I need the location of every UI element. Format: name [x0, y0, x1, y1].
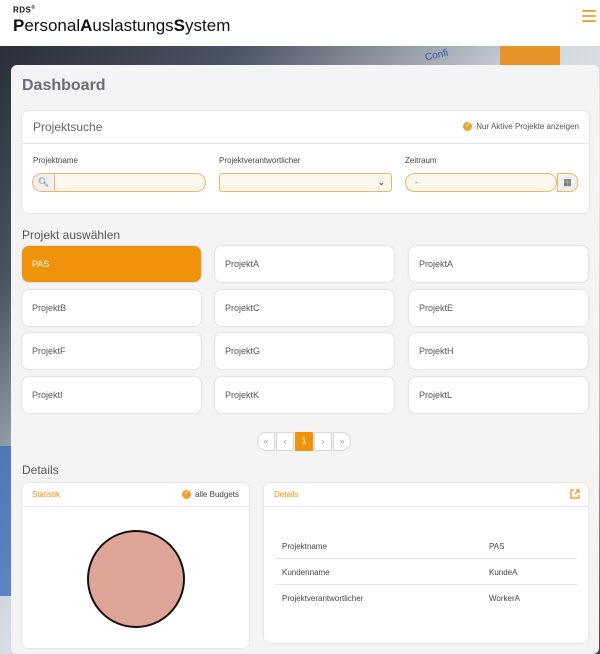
search-icon: 🔍︎ [32, 173, 54, 192]
background-sticky-note [500, 46, 560, 66]
prev-page-button[interactable]: ‹ [276, 432, 294, 451]
project-details-title: Details [274, 490, 299, 499]
detail-key: Projektverantwortlicher [282, 594, 364, 603]
pie-slice [87, 530, 185, 628]
app-header: RDS® PersonalAuslastungsSystem [0, 0, 600, 46]
table-row: Projektverantwortlicher WorkerA [275, 585, 577, 611]
project-button[interactable]: ProjektE [409, 290, 588, 326]
all-budgets-toggle[interactable]: ✓ alle Budgets [181, 490, 239, 499]
current-page-button[interactable]: 1 [295, 432, 313, 451]
all-budgets-label: alle Budgets [194, 490, 239, 499]
statistics-header: Statistik ✓ alle Budgets [22, 483, 249, 507]
period-field[interactable]: - [405, 173, 557, 192]
dashboard-panel: Dashboard Projektsuche ✓ Nur Aktive Proj… [11, 65, 599, 654]
project-name-label: Projektname [33, 156, 78, 165]
hamburger-menu-icon[interactable] [582, 10, 596, 22]
project-name-field [54, 173, 206, 193]
last-page-button[interactable]: » [333, 432, 351, 451]
project-search-title: Projektsuche [33, 120, 103, 134]
project-details-header: Details [264, 483, 588, 507]
budget-pie-chart [87, 530, 185, 628]
calendar-icon[interactable]: ▦ [557, 173, 578, 192]
project-button[interactable]: ProjektI [22, 377, 201, 413]
project-search-card: Projektsuche ✓ Nur Aktive Projekte anzei… [22, 111, 589, 213]
select-project-heading: Projekt auswählen [22, 228, 121, 242]
project-button[interactable]: ProjektF [22, 333, 201, 369]
details-table: Projektname PAS Kundenname KundeA Projek… [275, 533, 577, 611]
table-row: Kundenname KundeA [275, 559, 577, 585]
background-text: Confi [424, 47, 450, 64]
detail-value: WorkerA [489, 594, 520, 603]
project-button[interactable]: ProjektL [409, 377, 588, 413]
chevron-down-icon: ⌄ [377, 177, 385, 187]
pagination: « ‹ 1 › » [257, 432, 351, 451]
project-name-input[interactable] [55, 176, 205, 193]
project-button[interactable]: ProjektC [215, 290, 394, 326]
app-title: PersonalAuslastungsSystem [13, 16, 231, 35]
detail-key: Projektname [282, 542, 327, 551]
responsible-select[interactable]: ⌄ [219, 173, 392, 192]
project-button[interactable]: ProjektA [215, 246, 394, 282]
statistics-title: Statistik [32, 490, 61, 499]
brand-logo-small: RDS® [13, 5, 36, 15]
project-button[interactable]: ProjektA [409, 246, 588, 282]
first-page-button[interactable]: « [257, 432, 275, 451]
period-value: - [415, 178, 418, 187]
project-button[interactable]: ProjektH [409, 333, 588, 369]
project-button[interactable]: ProjektB [22, 290, 201, 326]
detail-value: KundeA [489, 568, 518, 577]
responsible-label: Projektverantwortlicher [219, 156, 301, 165]
page-title: Dashboard [22, 77, 106, 94]
statistics-card: Statistik ✓ alle Budgets [22, 483, 249, 648]
project-button[interactable]: ProjektG [215, 333, 394, 369]
project-button[interactable]: ProjektK [215, 377, 394, 413]
check-icon: ✓ [463, 122, 473, 131]
active-projects-toggle[interactable]: ✓ Nur Aktive Projekte anzeigen [463, 122, 579, 131]
detail-value: PAS [489, 542, 505, 551]
project-button-pas[interactable]: PAS [22, 246, 201, 282]
project-details-card: Details Projektname PAS Kundenname Kunde… [264, 483, 588, 643]
table-row: Projektname PAS [275, 533, 577, 559]
active-projects-label: Nur Aktive Projekte anzeigen [476, 122, 579, 131]
project-search-header: Projektsuche ✓ Nur Aktive Projekte anzei… [22, 111, 589, 144]
details-heading: Details [22, 463, 59, 477]
next-page-button[interactable]: › [314, 432, 332, 451]
detail-key: Kundenname [282, 568, 330, 577]
external-link-icon[interactable] [570, 489, 580, 499]
period-label: Zeitraum [405, 156, 437, 165]
check-icon: ✓ [181, 490, 191, 499]
